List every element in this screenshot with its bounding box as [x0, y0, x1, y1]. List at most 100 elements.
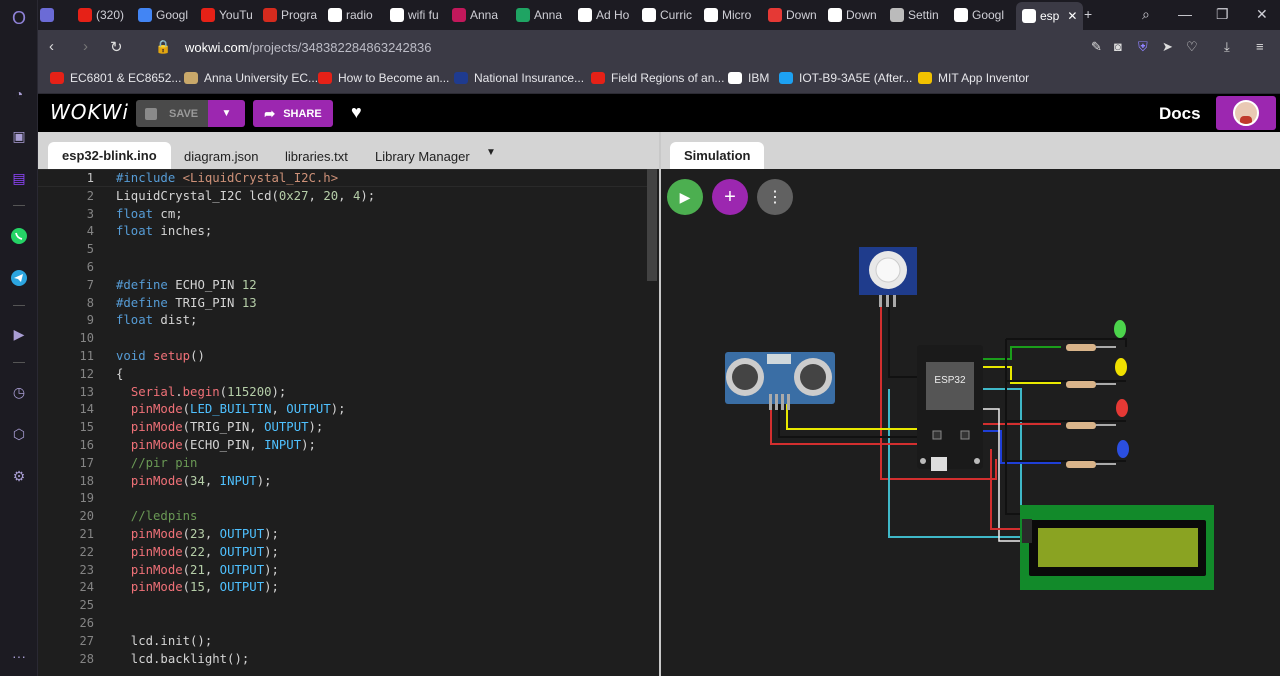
browser-tab[interactable]: Down [768, 4, 817, 26]
browser-tab[interactable] [40, 4, 58, 26]
wokwi-logo[interactable]: WOKWi [50, 100, 129, 124]
browser-tab[interactable]: Anna [452, 4, 498, 26]
editor-scrollbar[interactable] [647, 169, 657, 281]
bookmark-item[interactable]: IBM [728, 71, 769, 85]
reload-icon[interactable]: ↻ [110, 38, 123, 56]
browser-tab[interactable]: Googl [138, 4, 188, 26]
browser-tab[interactable]: Down [828, 4, 877, 26]
code-line[interactable]: pinMode(34, INPUT); [116, 474, 272, 488]
player-icon[interactable]: ▶ [9, 324, 29, 344]
code-line[interactable]: float inches; [116, 224, 212, 238]
bookmark-item[interactable]: Field Regions of an... [591, 71, 724, 85]
code-line[interactable]: //pir pin [116, 456, 198, 470]
browser-tab[interactable]: (320) [78, 4, 124, 26]
url-field[interactable]: wokwi.com/projects/348382284863242836 [185, 40, 431, 55]
settings-icon[interactable]: ⚙ [9, 466, 29, 486]
browser-tab[interactable]: Anna [516, 4, 562, 26]
pir-sensor[interactable] [859, 247, 917, 307]
close-window-icon[interactable]: ✕ [1256, 6, 1268, 23]
code-line[interactable]: { [116, 367, 123, 381]
speed-dial-icon[interactable]: ◔ [9, 84, 29, 104]
bookmark-item[interactable]: MIT App Inventor [918, 71, 1029, 85]
browser-tab[interactable]: Ad Ho [578, 4, 629, 26]
lock-icon[interactable]: 🔒 [155, 39, 171, 55]
forward-icon[interactable]: › [83, 38, 88, 55]
tab-diagram-json[interactable]: diagram.json [184, 149, 258, 164]
browser-tab[interactable]: wifi fu [390, 4, 439, 26]
code-line[interactable]: void setup() [116, 349, 205, 363]
browser-tab[interactable]: Settin [890, 4, 939, 26]
docs-link[interactable]: Docs [1159, 104, 1201, 124]
code-line[interactable]: pinMode(TRIG_PIN, OUTPUT); [116, 420, 324, 434]
tab-simulation[interactable]: Simulation [670, 142, 765, 169]
code-line[interactable]: pinMode(23, OUTPUT); [116, 527, 279, 541]
code-line[interactable]: Serial.begin(115200); [116, 385, 287, 399]
extensions-icon[interactable]: ⬡ [9, 424, 29, 444]
history-icon[interactable]: ◷ [9, 382, 29, 402]
led-green[interactable] [1114, 320, 1126, 338]
bookmark-item[interactable]: National Insurance... [454, 71, 584, 85]
lcd-display[interactable] [1020, 505, 1214, 590]
tab-overflow-chevron-icon[interactable]: ▼ [486, 147, 496, 158]
browser-tab[interactable]: esp ✕ [1016, 2, 1084, 30]
telegram-icon[interactable] [9, 268, 29, 288]
code-line[interactable]: pinMode(21, OUTPUT); [116, 563, 279, 577]
browser-tab[interactable]: YouTu [201, 4, 253, 26]
led-yellow[interactable] [1115, 358, 1127, 376]
bookmark-item[interactable]: Anna University EC... [184, 71, 318, 85]
code-line[interactable]: //ledpins [116, 509, 198, 523]
code-line[interactable]: pinMode(LED_BUILTIN, OUTPUT); [116, 402, 346, 416]
like-heart-icon[interactable]: ♥ [351, 102, 362, 123]
menu-icon[interactable]: ≡ [1256, 39, 1264, 54]
browser-tab[interactable]: Progra [263, 4, 317, 26]
shield-icon[interactable]: ⛨ [1138, 39, 1148, 55]
browser-tab[interactable]: radio [328, 4, 373, 26]
opera-logo-icon[interactable]: O [9, 8, 29, 28]
code-line[interactable]: #define ECHO_PIN 12 [116, 278, 257, 292]
twitch-icon[interactable]: ▤ [9, 168, 29, 188]
browser-tab[interactable]: Micro [704, 4, 751, 26]
ultrasonic-sensor[interactable] [725, 352, 835, 410]
simulation-canvas[interactable]: ▶ + ⋮ ESP32 [661, 169, 1280, 676]
code-line[interactable]: lcd.backlight(); [116, 652, 249, 666]
bookmark-item[interactable]: How to Become an... [318, 71, 449, 85]
new-tab-icon[interactable]: + [1084, 6, 1092, 22]
code-line[interactable]: #include <LiquidCrystal_I2C.h> [116, 171, 338, 185]
bookmark-item[interactable]: EC6801 & EC8652... [50, 71, 181, 85]
save-dropdown-button[interactable]: ▼ [208, 100, 245, 127]
search-tabs-icon[interactable]: ⌕ [1142, 6, 1150, 23]
back-icon[interactable]: ‹ [49, 38, 54, 55]
tab-esp32-blink[interactable]: esp32-blink.ino [48, 142, 171, 169]
code-line[interactable]: float cm; [116, 207, 183, 221]
browser-tab[interactable]: Curric [642, 4, 692, 26]
workspaces-icon[interactable]: ▣ [9, 126, 29, 146]
camera-icon[interactable]: ◙ [1114, 39, 1122, 54]
code-line[interactable]: lcd.init(); [116, 634, 212, 648]
share-button[interactable]: ➦ SHARE [253, 100, 333, 127]
code-line[interactable]: pinMode(22, OUTPUT); [116, 545, 279, 559]
code-line[interactable]: LiquidCrystal_I2C lcd(0x27, 20, 4); [116, 189, 375, 203]
more-icon[interactable]: ··· [9, 646, 29, 666]
restore-icon[interactable]: ❐ [1216, 6, 1229, 23]
code-line[interactable]: pinMode(ECHO_PIN, INPUT); [116, 438, 316, 452]
send-icon[interactable]: ➤ [1162, 39, 1173, 55]
code-line[interactable]: pinMode(15, OUTPUT); [116, 580, 279, 594]
download-icon[interactable]: ⤓ [1224, 39, 1230, 55]
code-line[interactable]: #define TRIG_PIN 13 [116, 296, 257, 310]
browser-tab[interactable]: Googl [954, 4, 1004, 26]
bookmark-item[interactable]: IOT-B9-3A5E (After... [779, 71, 912, 85]
heart-outline-icon[interactable]: ♡ [1186, 39, 1198, 55]
tab-libraries-txt[interactable]: libraries.txt [285, 149, 348, 164]
edit-icon[interactable]: ✎ [1091, 39, 1102, 55]
user-menu[interactable] [1216, 96, 1276, 130]
code-line[interactable]: float dist; [116, 313, 197, 327]
led-red[interactable] [1116, 399, 1128, 417]
esp32-board[interactable]: ESP32 [917, 345, 983, 471]
minimize-icon[interactable]: — [1178, 6, 1192, 22]
whatsapp-icon[interactable] [9, 226, 29, 246]
close-tab-icon[interactable]: ✕ [1067, 9, 1077, 23]
save-button[interactable]: SAVE [136, 100, 208, 127]
tab-library-manager[interactable]: Library Manager [375, 149, 470, 164]
code-editor[interactable]: 1 2 3 4 5 6 7 8 9 10 11 12 13 14 15 16 17 18 19 20 21 22 23 24 2… [38, 169, 659, 676]
led-blue[interactable] [1117, 440, 1129, 458]
